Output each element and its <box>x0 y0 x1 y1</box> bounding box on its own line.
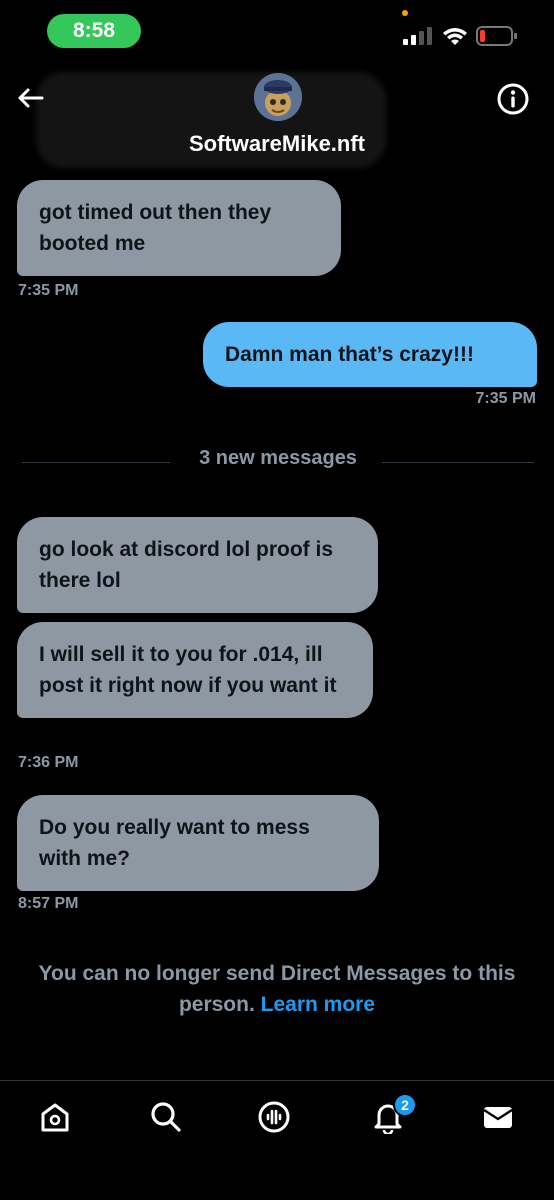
cellular-signal-icon <box>403 27 432 45</box>
learn-more-link[interactable]: Learn more <box>261 993 375 1016</box>
message-timestamp: 7:35 PM <box>18 282 79 299</box>
message-timestamp: 7:35 PM <box>475 390 536 407</box>
new-messages-divider: 3 new messages <box>22 445 534 475</box>
avatar[interactable] <box>254 73 302 121</box>
messages-icon <box>483 1107 513 1128</box>
divider-line-right <box>382 462 534 463</box>
spaces-icon <box>258 1101 290 1133</box>
wifi-icon <box>443 28 467 45</box>
notification-badge: 2 <box>393 1093 417 1117</box>
privacy-indicator-dot <box>402 10 408 16</box>
nav-messages[interactable] <box>478 1097 518 1137</box>
search-icon <box>151 1102 181 1132</box>
message-timestamp: 7:36 PM <box>18 754 79 771</box>
dm-disabled-notice: You can no longer send Direct Messages t… <box>20 958 534 1020</box>
info-icon[interactable] <box>496 82 530 116</box>
message-bubble-received[interactable]: Do you really want to mess with me? <box>17 795 379 891</box>
new-messages-label: 3 new messages <box>199 447 357 469</box>
message-bubble-received[interactable]: got timed out then they booted me <box>17 180 341 276</box>
battery-low-icon <box>476 26 517 46</box>
back-arrow-icon[interactable] <box>14 82 46 114</box>
message-bubble-received[interactable]: I will sell it to you for .014, ill post… <box>17 622 373 718</box>
nav-spaces[interactable] <box>254 1097 294 1137</box>
nav-home[interactable] <box>35 1097 75 1137</box>
bottom-nav <box>0 1080 554 1200</box>
status-time: 8:58 <box>47 14 141 48</box>
message-bubble-received[interactable]: go look at discord lol proof is there lo… <box>17 517 378 613</box>
nav-search[interactable] <box>146 1097 186 1137</box>
home-icon <box>41 1103 69 1132</box>
message-timestamp: 8:57 PM <box>18 895 79 912</box>
message-bubble-sent[interactable]: Damn man that’s crazy!!! <box>203 322 537 387</box>
contact-name[interactable]: SoftwareMike.nft <box>0 131 554 157</box>
